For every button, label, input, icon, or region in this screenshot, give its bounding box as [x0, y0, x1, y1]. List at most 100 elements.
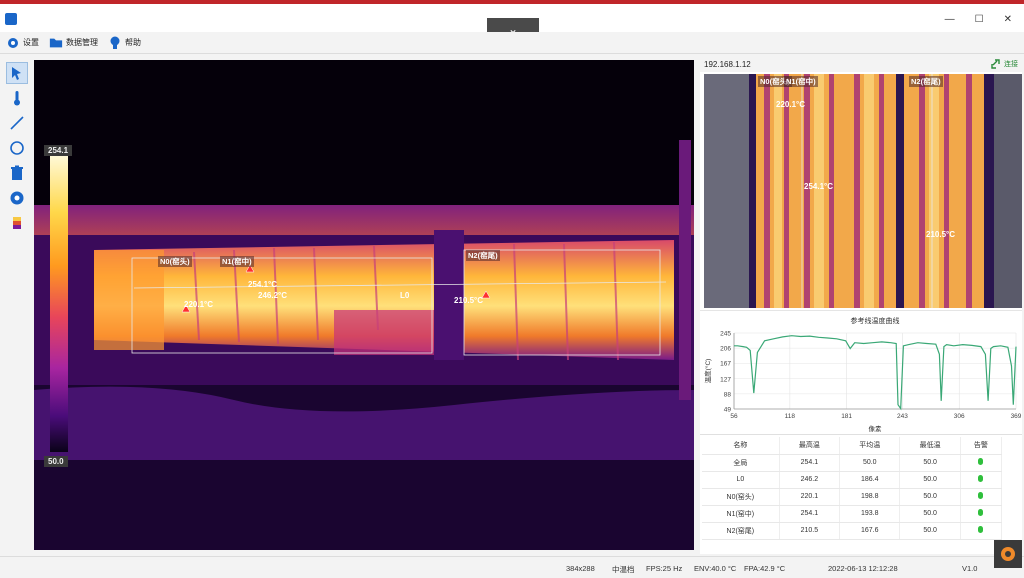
x-tick-label: 369 — [1011, 413, 1022, 420]
thermal-image-reference[interactable]: N0(窑头) N1(窑中) N2(窑尾) 220.1°C 254.1°C 210… — [704, 74, 1022, 308]
pointer-tool[interactable] — [6, 62, 28, 84]
status-mode: 中温档 — [612, 565, 635, 574]
device-ip: 192.168.1.12 — [704, 59, 751, 69]
cell-avg: 198.8 — [839, 488, 901, 506]
thermometer-icon — [14, 91, 20, 106]
marker-n1-label[interactable]: N1(窑中) — [220, 256, 254, 267]
link-icon — [991, 59, 1000, 69]
cell-name: N0(窑头) — [702, 488, 780, 506]
marker-n0-label[interactable]: N0(窑头) — [158, 256, 192, 267]
marker-n2-temp: 210.5°C — [454, 296, 483, 305]
cell-max: 246.2 — [779, 471, 841, 489]
settings-tool[interactable] — [6, 187, 28, 209]
close-button[interactable]: ✕ — [1004, 14, 1012, 25]
reference-scene — [704, 74, 1022, 308]
marker-n1-temp: 254.1°C — [248, 280, 277, 289]
tool-strip — [4, 60, 30, 240]
thermometer-tool[interactable] — [6, 87, 28, 109]
cell-alarm — [960, 505, 1003, 523]
menu-help-label: 帮助 — [125, 38, 141, 47]
ref-n2-label[interactable]: N2(窑尾) — [909, 76, 943, 87]
right-panel: 192.168.1.12 连接 N0(窑头) N1(窑中) N2(窑尾) 220… — [700, 56, 1022, 554]
marker-n2-label[interactable]: N2(窑尾) — [466, 250, 500, 261]
status-env: ENV:40.0 °C — [694, 564, 737, 573]
cell-alarm — [960, 488, 1003, 506]
table-row[interactable]: L0 246.2 186.4 50.0 — [702, 471, 1003, 489]
circle-icon — [10, 141, 24, 155]
cell-alarm — [960, 454, 1003, 472]
x-tick-label: 243 — [897, 413, 908, 420]
y-axis-label: 温度(°C) — [703, 359, 712, 384]
ref-n1-label[interactable]: N1(窑中) — [784, 76, 818, 87]
line-tool[interactable] — [6, 112, 28, 134]
menu-settings[interactable]: 设置 — [6, 36, 39, 50]
settings-corner-button[interactable] — [994, 540, 1022, 568]
gear-icon — [1001, 547, 1015, 561]
menu-data-management[interactable]: 数据管理 — [49, 36, 98, 50]
cell-avg: 50.0 — [839, 454, 901, 472]
ref-temp-2: 254.1°C — [804, 182, 833, 191]
palette-tool[interactable] — [6, 212, 28, 234]
ref-temp-1: 220.1°C — [776, 100, 805, 109]
cell-alarm — [960, 522, 1003, 540]
cell-max: 210.5 — [779, 522, 841, 540]
window-controls: — ☐ ✕ — [945, 14, 1012, 25]
cell-min: 50.0 — [899, 522, 961, 540]
scale-max-label: 254.1 — [44, 145, 73, 156]
col-name: 名称 — [702, 437, 780, 455]
line-icon — [10, 116, 24, 130]
cell-min: 50.0 — [899, 454, 961, 472]
alarm-ok-icon — [978, 509, 984, 516]
x-axis-label: 像素 — [869, 424, 883, 433]
status-datetime: 2022-06-13 12:12:28 — [828, 564, 898, 573]
marker-n0-temp: 220.1°C — [184, 300, 213, 309]
device-bar: 192.168.1.12 连接 — [700, 56, 1022, 72]
table-row[interactable]: 全局 254.1 50.0 50.0 — [702, 454, 1003, 472]
y-tick-label: 245 — [720, 331, 731, 338]
scale-min-label: 50.0 — [44, 456, 68, 467]
trash-icon — [11, 165, 23, 180]
table-header-row: 名称 最高温 平均温 最低温 告警 — [702, 437, 1003, 455]
alarm-ok-icon — [978, 492, 984, 499]
app-window: — ☐ ✕ ⌄ 设置 数据管理 帮助 254.1 50.0 N0(窑头) 220… — [0, 0, 1024, 578]
connect-button[interactable]: 连接 — [991, 59, 1018, 69]
col-max: 最高温 — [779, 437, 841, 455]
cell-avg: 167.6 — [839, 522, 901, 540]
cell-max: 254.1 — [779, 505, 841, 523]
cell-name: 全局 — [702, 454, 780, 472]
table-row[interactable]: N2(窑尾) 210.5 167.6 50.0 — [702, 522, 1003, 540]
y-tick-label: 127 — [720, 376, 731, 383]
col-alarm: 告警 — [960, 437, 1003, 455]
status-fps: FPS:25 Hz — [646, 564, 683, 573]
app-icon — [5, 13, 17, 25]
table-row[interactable]: N1(窑中) 254.1 193.8 50.0 — [702, 505, 1003, 523]
table-row[interactable]: N0(窑头) 220.1 198.8 50.0 — [702, 488, 1003, 506]
x-tick-label: 56 — [730, 413, 738, 420]
maximize-button[interactable]: ☐ — [975, 14, 984, 25]
measurement-table: 名称 最高温 平均温 最低温 告警 全局 254.1 50.0 50.0 L0 … — [702, 437, 1003, 540]
alarm-ok-icon — [978, 526, 984, 533]
y-tick-label: 167 — [720, 361, 731, 368]
circle-tool[interactable] — [6, 137, 28, 159]
pointer-icon — [12, 67, 21, 80]
delete-tool[interactable] — [6, 162, 28, 184]
minimize-button[interactable]: — — [945, 14, 955, 25]
alarm-ok-icon — [978, 458, 984, 465]
cell-min: 50.0 — [899, 471, 961, 489]
ref-temp-3: 210.5°C — [926, 230, 955, 239]
cell-max: 220.1 — [779, 488, 841, 506]
thermal-image-main[interactable]: 254.1 50.0 N0(窑头) 220.1°C N1(窑中) 254.1°C… — [34, 60, 694, 550]
cell-avg: 186.4 — [839, 471, 901, 489]
cell-max: 254.1 — [779, 454, 841, 472]
thermal-scene — [34, 60, 694, 550]
alarm-ok-icon — [978, 475, 984, 482]
line-l0-label[interactable]: L0 — [400, 291, 409, 300]
menu-help[interactable]: 帮助 — [108, 36, 141, 50]
y-tick-label: 206 — [720, 346, 731, 353]
menu-bar: 设置 数据管理 帮助 — [0, 32, 1024, 54]
cell-alarm — [960, 471, 1003, 489]
menu-settings-label: 设置 — [23, 38, 39, 47]
col-min: 最低温 — [899, 437, 961, 455]
series-line — [734, 335, 1017, 411]
col-avg: 平均温 — [839, 437, 901, 455]
